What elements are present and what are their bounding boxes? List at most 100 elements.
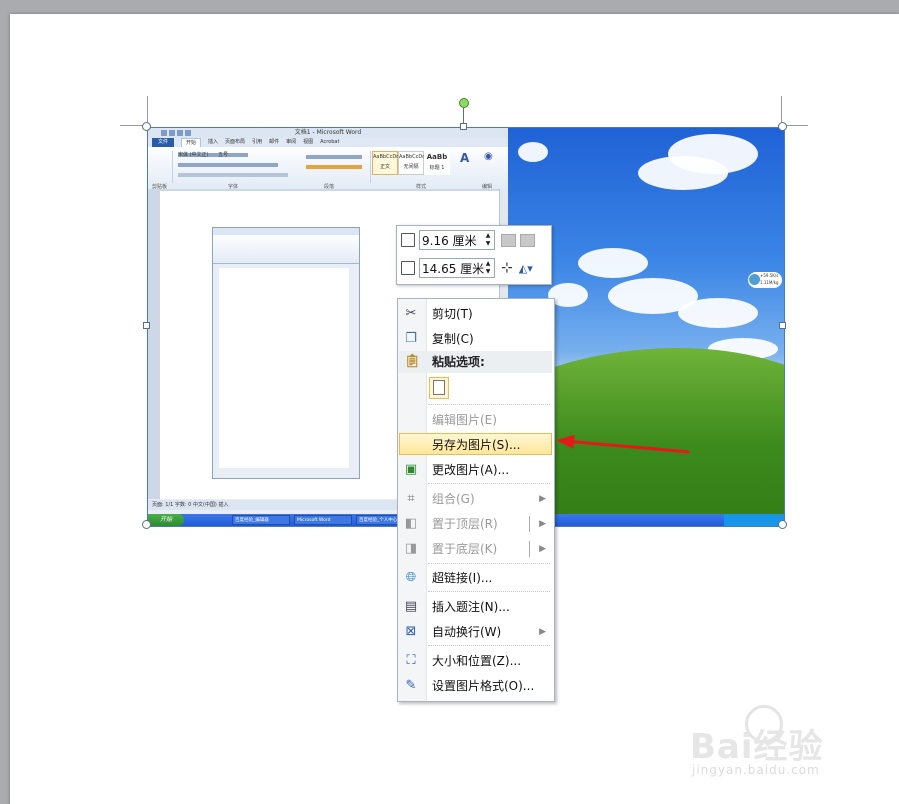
menu-item-save-as-picture[interactable]: 另存为图片(S)...	[399, 433, 552, 455]
menu-separator	[428, 483, 550, 484]
font-format-buttons	[178, 163, 278, 167]
height-spinner[interactable]: ▲ ▼	[484, 232, 492, 248]
system-tray	[724, 514, 784, 526]
resize-handle-bottom-left[interactable]	[142, 520, 151, 529]
submenu-arrow-icon: ▶	[539, 519, 546, 529]
paste-options-header: 📋︎ 粘贴选项:	[399, 351, 552, 373]
taskbar-item: 百度经验_编辑器	[232, 515, 290, 525]
crop-mark	[781, 96, 782, 122]
tab-review: 审阅	[286, 139, 297, 145]
caption-icon: ▤	[404, 599, 418, 614]
rotation-handle[interactable]	[459, 98, 469, 108]
font-size: 五号	[218, 152, 229, 158]
menu-separator	[428, 404, 550, 405]
align-buttons	[306, 165, 362, 169]
menu-item-wrap-text[interactable]: ⊠ 自动换行(W) ▶	[399, 621, 552, 643]
width-icon	[401, 261, 415, 275]
paste-icon: 📋︎	[404, 354, 421, 369]
watermark-brand: Bai经验	[690, 727, 824, 767]
resize-handle-right[interactable]	[779, 322, 786, 329]
menu-item-change-picture[interactable]: ▣ 更改图片(A)...	[399, 459, 552, 481]
font-color-buttons	[178, 173, 288, 177]
width-field[interactable]: 14.65 厘米 ▲ ▼	[419, 258, 495, 278]
menu-item-edit-picture: 编辑图片(E)	[432, 413, 497, 427]
style-normal: AaBbCcDd 正文	[372, 151, 399, 175]
rotation-line	[463, 108, 464, 124]
format-picture-icon: ✎	[405, 678, 417, 693]
style-heading1: AaBb 标题 1	[424, 151, 450, 175]
menu-item-group: ⌗ 组合(G) ▶	[399, 488, 552, 510]
tab-view: 视图	[303, 139, 314, 145]
paste-keep-formatting-button[interactable]	[429, 377, 449, 399]
change-styles-icon: A	[460, 151, 470, 165]
word-ribbon: 宋体 (中文正) 五号 AaBbCcDd 正文 AaBbCcDd 无间隔 AaBb 标…	[148, 147, 508, 190]
resize-handle-left[interactable]	[143, 322, 150, 329]
crop-mark	[786, 125, 808, 126]
size-position-icon: ⛶	[406, 653, 416, 668]
ribbon-group-clipboard	[150, 151, 173, 183]
resize-handle-top-right[interactable]	[778, 122, 787, 131]
scissors-icon: ✂	[405, 306, 417, 321]
width-value: 14.65 厘米	[422, 261, 485, 276]
context-menu: ✂ 剪切(T) ❐ 复制(C) 📋︎ 粘贴选项: 编辑图片(E) 另存为图片(S…	[397, 298, 555, 702]
height-field[interactable]: 9.16 厘米 ▲ ▼	[419, 230, 495, 250]
menu-separator	[428, 563, 550, 564]
menu-item-send-to-back: ◨ 置于底层(K) ▶	[399, 538, 552, 560]
height-value: 9.16 厘米	[422, 233, 477, 248]
picture-size-toolbar: 9.16 厘米 ▲ ▼ 14.65 厘米 ▲ ▼ ⊹ ◭▾	[396, 225, 552, 285]
font-name: 宋体 (中文正)	[178, 152, 209, 158]
crop-icon[interactable]: ⊹	[501, 260, 513, 276]
change-picture-icon: ▣	[404, 462, 418, 477]
hyperlink-icon: 🌐︎	[405, 570, 417, 585]
copy-icon: ❐	[405, 331, 417, 346]
resize-handle-top[interactable]	[460, 123, 467, 130]
send-back-icon: ◨	[404, 541, 418, 556]
resize-handle-top-left[interactable]	[142, 122, 151, 131]
annotation-arrow-head	[555, 433, 575, 449]
menu-item-size-and-position[interactable]: ⛶ 大小和位置(Z)...	[399, 650, 552, 672]
wrap-text-icon: ⊠	[405, 624, 417, 639]
menu-item-copy[interactable]: ❐ 复制(C)	[399, 328, 552, 350]
tab-references: 引用	[252, 139, 263, 145]
tab-insert: 插入	[208, 139, 219, 145]
send-backward-icon[interactable]	[520, 233, 535, 247]
start-button: 开始	[148, 514, 184, 526]
word-ribbon-tabs: 文件 开始 插入 页面布局 引用 邮件 审阅 视图 Acrobat	[148, 138, 508, 147]
tab-mailings: 邮件	[269, 139, 280, 145]
word-title: 文档1 - Microsoft Word	[294, 129, 362, 136]
wrap-text-dropdown-icon[interactable]: ◭▾	[519, 262, 533, 275]
find-icon: ◉	[484, 151, 493, 162]
submenu-arrow-icon: ▶	[539, 627, 546, 637]
paragraph-buttons	[306, 155, 362, 159]
tab-acrobat: Acrobat	[320, 139, 340, 145]
menu-item-hyperlink[interactable]: 🌐︎ 超链接(I)...	[399, 567, 552, 589]
width-spinner[interactable]: ▲ ▼	[484, 260, 492, 276]
bring-forward-icon[interactable]	[501, 233, 516, 247]
resize-handle-bottom-right[interactable]	[778, 520, 787, 529]
menu-separator	[428, 591, 550, 592]
word-title-bar: 文档1 - Microsoft Word	[148, 128, 508, 138]
network-speed-badge: +59.5K/s 1.11M/kg	[748, 272, 782, 288]
menu-item-bring-to-front: ◧ 置于顶层(R) ▶	[399, 513, 552, 535]
menu-separator	[428, 645, 550, 646]
taskbar-item: Microsoft Word	[294, 515, 352, 525]
style-no-spacing: AaBbCcDd 无间隔	[398, 151, 425, 175]
paste-picture-icon	[433, 380, 445, 395]
tab-page-layout: 页面布局	[225, 139, 246, 145]
group-icon: ⌗	[407, 491, 415, 506]
menu-item-format-picture[interactable]: ✎ 设置图片格式(O)...	[399, 675, 552, 697]
menu-item-insert-caption[interactable]: ▤ 插入题注(N)...	[399, 596, 552, 618]
tab-file: 文件	[152, 138, 175, 147]
bring-front-icon: ◧	[404, 516, 418, 531]
nested-word-screenshot	[212, 227, 360, 479]
submenu-arrow-icon: ▶	[539, 494, 546, 504]
tab-home: 开始	[181, 138, 202, 147]
baidu-watermark: Bai经验 jingyan.baidu.com	[690, 705, 870, 777]
quick-access-toolbar	[152, 130, 202, 136]
menu-item-cut[interactable]: ✂ 剪切(T)	[399, 303, 552, 325]
height-icon	[401, 233, 415, 247]
submenu-arrow-icon: ▶	[539, 544, 546, 554]
crop-mark	[120, 125, 144, 126]
crop-mark	[147, 96, 148, 122]
watermark-url: jingyan.baidu.com	[692, 763, 820, 777]
